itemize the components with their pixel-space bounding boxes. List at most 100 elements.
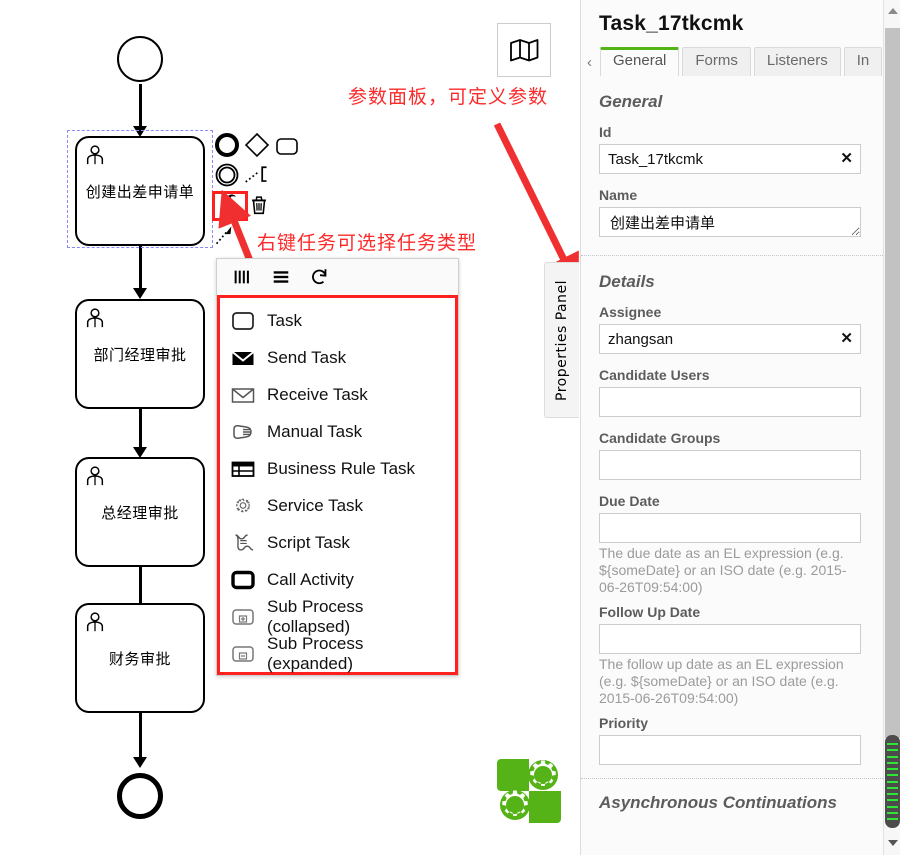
scroll-down-arrow-icon[interactable] — [884, 834, 900, 851]
menu-item-label: Send Task — [267, 347, 347, 367]
menu-item-manual-task[interactable]: Manual Task — [220, 413, 455, 450]
candidate-groups-input[interactable] — [599, 450, 861, 480]
field-label-name: Name — [599, 187, 638, 203]
tab-input-output[interactable]: In — [843, 47, 883, 76]
menu-item-business-rule-task[interactable]: Business Rule Task — [220, 450, 455, 487]
field-name: Name — [599, 187, 861, 242]
field-label-follow-up-date: Follow Up Date — [599, 604, 701, 620]
candidate-users-input[interactable] — [599, 387, 861, 417]
tab-forms[interactable]: Forms — [682, 47, 751, 76]
annotation-label-1: 右键任务可选择任务类型 — [257, 232, 478, 254]
multi-instance-parallel-icon[interactable] — [231, 266, 253, 288]
properties-panel: Task_17tkcmk ‹ General Forms Listeners I… — [580, 0, 900, 855]
sub-process-collapsed-icon — [230, 605, 256, 629]
brand-logo — [493, 755, 565, 832]
task-shape-3[interactable]: 财务审批 — [75, 603, 205, 713]
field-label-due-date: Due Date — [599, 493, 660, 509]
field-label-priority: Priority — [599, 715, 649, 731]
field-label-id: Id — [599, 124, 612, 140]
multi-instance-sequential-icon[interactable] — [270, 266, 292, 288]
group-title-async-continuations: Asynchronous Continuations — [599, 793, 837, 812]
script-task-icon — [230, 531, 256, 555]
scrollbar-track-fill[interactable] — [885, 28, 900, 738]
user-task-marker-icon — [86, 466, 104, 486]
manual-task-icon — [230, 420, 256, 444]
task-shape-0[interactable]: 创建出差申请单 — [75, 136, 205, 246]
menu-item-receive-task[interactable]: Receive Task — [220, 376, 455, 413]
sequence-flow-1[interactable] — [139, 84, 142, 132]
start-event[interactable] — [117, 36, 163, 82]
assignee-input[interactable] — [599, 324, 861, 354]
user-task-marker-icon — [86, 145, 104, 165]
scrollbar-thumb[interactable] — [885, 735, 900, 828]
priority-input[interactable] — [599, 735, 861, 765]
due-date-hint: The due date as an EL expression (e.g. $… — [599, 545, 847, 595]
minimap-toggle-button[interactable] — [497, 23, 551, 77]
task-icon — [230, 309, 256, 333]
trash-icon[interactable] — [246, 192, 272, 218]
field-follow-up-date: Follow Up Date The follow up date as an … — [599, 604, 861, 707]
due-date-input[interactable] — [599, 513, 861, 543]
id-clear-icon[interactable]: ✕ — [840, 150, 853, 168]
replace-menu-header — [217, 259, 458, 295]
map-icon — [510, 39, 539, 62]
assignee-clear-icon[interactable]: ✕ — [840, 330, 853, 348]
tab-general[interactable]: General — [600, 47, 680, 76]
menu-item-send-task[interactable]: Send Task — [220, 339, 455, 376]
task-label: 总经理审批 — [101, 503, 179, 522]
task-label: 财务审批 — [108, 649, 171, 668]
id-input[interactable] — [599, 144, 861, 174]
diamond-gateway-icon[interactable] — [244, 132, 270, 158]
properties-panel-tab[interactable]: Properties Panel — [544, 262, 579, 418]
follow-up-date-input[interactable] — [599, 624, 861, 654]
end-event[interactable] — [117, 773, 163, 819]
sub-process-expanded-icon — [230, 642, 256, 666]
properties-panel-title: Task_17tkcmk — [599, 12, 744, 35]
user-task-marker-icon — [86, 308, 104, 328]
business-rule-task-icon — [230, 457, 256, 481]
user-task-marker-icon — [86, 612, 104, 632]
menu-item-service-task[interactable]: Service Task — [220, 487, 455, 524]
receive-task-icon — [230, 383, 256, 407]
name-textarea[interactable] — [599, 207, 861, 237]
menu-item-label: Script Task — [267, 532, 350, 552]
sequence-flow-arrow-5 — [133, 757, 147, 768]
menu-item-label: Call Activity — [267, 569, 354, 589]
tabs-prev-arrow-icon[interactable]: ‹ — [583, 54, 597, 76]
loop-marker-icon[interactable] — [309, 266, 331, 288]
circle-event-icon[interactable] — [214, 132, 240, 158]
tab-listeners[interactable]: Listeners — [753, 47, 841, 76]
rounded-task-icon[interactable] — [274, 133, 300, 159]
scroll-up-arrow-icon[interactable] — [884, 2, 900, 19]
wrench-highlight-box — [212, 191, 248, 221]
field-label-assignee: Assignee — [599, 304, 662, 320]
menu-item-label: Sub Process (collapsed) — [267, 596, 364, 636]
connection-icon[interactable] — [244, 162, 270, 188]
field-priority: Priority — [599, 715, 861, 765]
follow-up-date-hint: The follow up date as an EL expression (… — [599, 656, 844, 706]
menu-item-script-task[interactable]: Script Task — [220, 524, 455, 561]
task-shape-2[interactable]: 总经理审批 — [75, 457, 205, 567]
properties-panel-scrollbar[interactable] — [883, 0, 900, 855]
sequence-flow-arrow-2 — [133, 288, 147, 299]
menu-item-task[interactable]: Task — [220, 302, 455, 339]
replace-task-type-menu[interactable]: Task Send Task Receive Task Manual Task … — [216, 258, 459, 676]
group-title-details: Details — [599, 272, 655, 291]
menu-item-sub-process-collapsed[interactable]: Sub Process (collapsed) — [220, 596, 455, 636]
menu-item-label: Task — [267, 310, 302, 330]
field-candidate-users: Candidate Users — [599, 367, 861, 417]
service-task-icon — [230, 494, 256, 518]
append-arrow-icon[interactable] — [214, 222, 240, 248]
menu-item-label: Business Rule Task — [267, 458, 416, 478]
properties-panel-tabs: ‹ General Forms Listeners In › — [581, 46, 894, 76]
intermediate-event-icon[interactable] — [214, 162, 240, 188]
menu-item-call-activity[interactable]: Call Activity — [220, 561, 455, 598]
sequence-flow-5[interactable] — [139, 707, 142, 763]
field-candidate-groups: Candidate Groups — [599, 430, 861, 480]
annotation-label-0: 参数面板，可定义参数 — [348, 86, 549, 108]
menu-item-sub-process-expanded[interactable]: Sub Process (expanded) — [220, 634, 455, 673]
send-task-icon — [230, 346, 256, 370]
task-label: 创建出差申请单 — [85, 182, 195, 201]
task-shape-1[interactable]: 部门经理审批 — [75, 299, 205, 409]
bpmn-canvas[interactable]: 创建出差申请单 部门经理审批 总经理审批 财务审批 参数面板，可定义参数 右键任… — [0, 0, 580, 855]
